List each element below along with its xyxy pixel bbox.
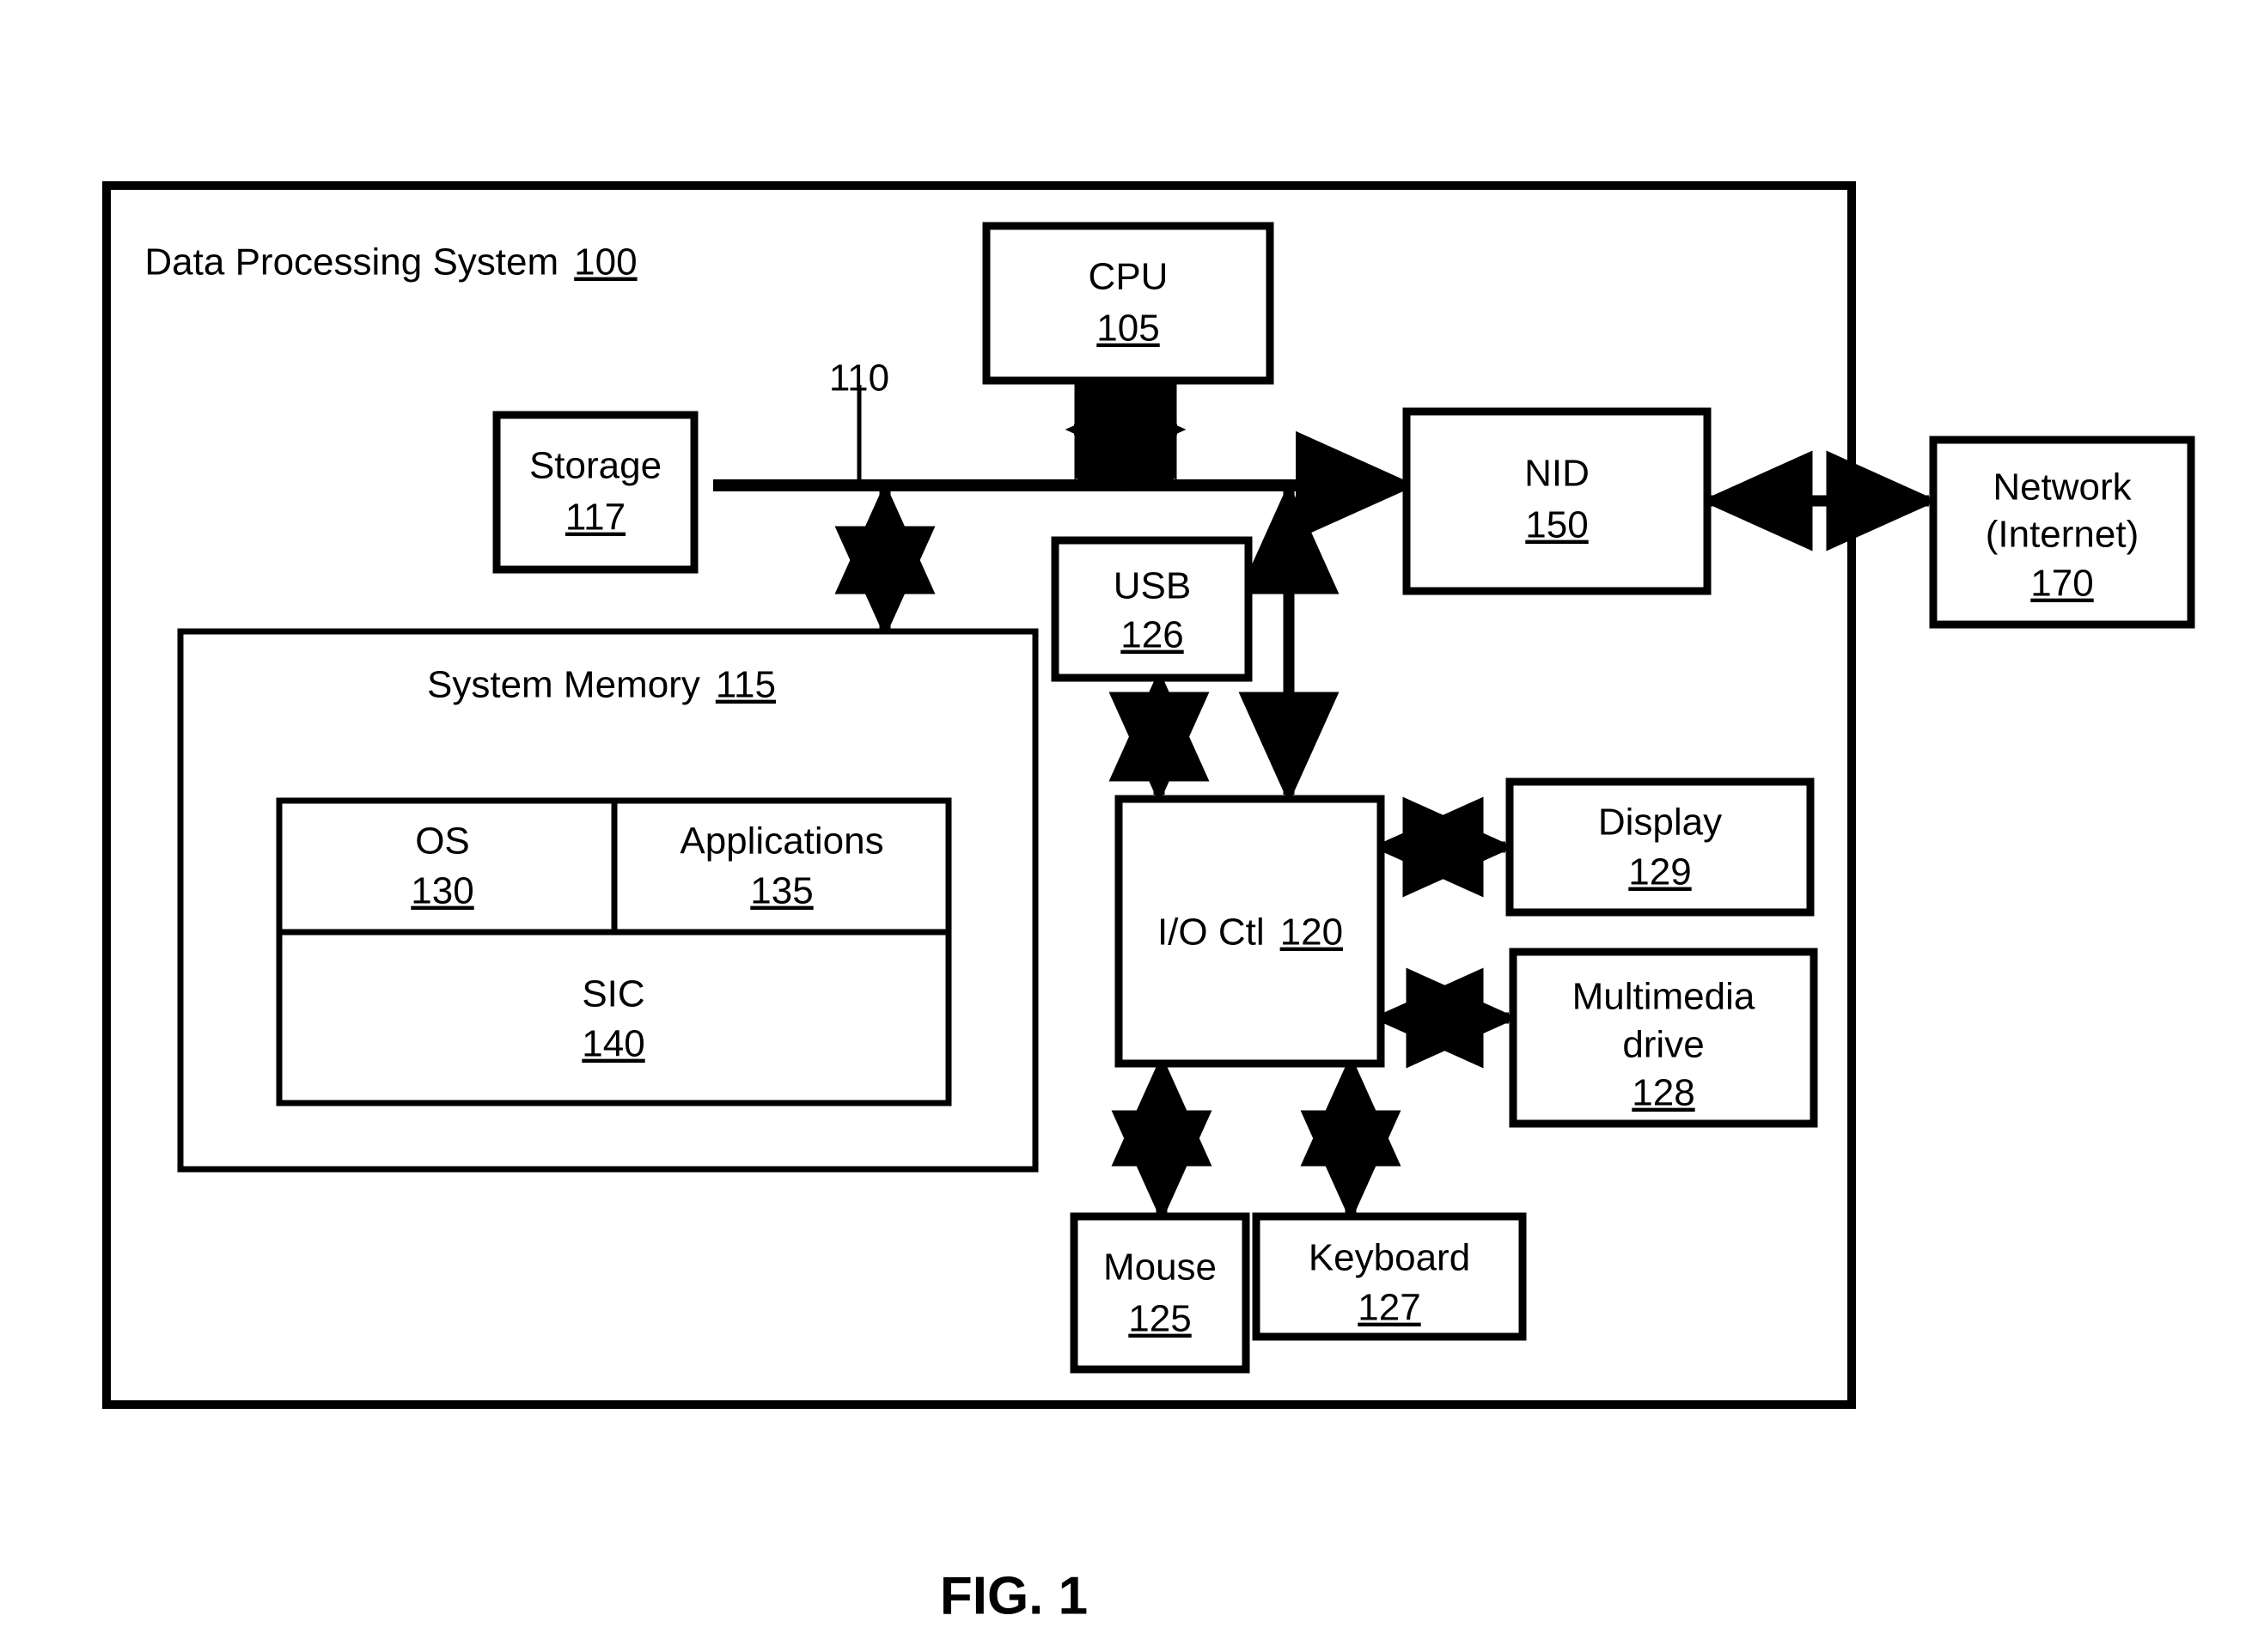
usb-label: USB (1114, 565, 1191, 607)
system-title-ref: 100 (574, 241, 637, 283)
os-label: OS (415, 820, 470, 863)
block-multimedia-drive: Multimedia drive 128 (1509, 948, 1818, 1128)
block-nid: NID 150 (1402, 407, 1712, 595)
block-usb: USB 126 (1051, 536, 1253, 682)
io-ctl-ref: 120 (1280, 911, 1343, 954)
mouse-label: Mouse (1103, 1247, 1217, 1289)
block-cpu: CPU 105 (982, 222, 1274, 385)
cpu-label: CPU (1089, 256, 1169, 298)
patent-figure: CPU 105 Storage 117 NID 150 Network (Int… (0, 0, 2246, 1652)
system-memory-ref: 115 (716, 664, 776, 706)
display-label: Display (1598, 802, 1722, 844)
sic-ref: 140 (582, 1023, 644, 1065)
block-io-ctl: I/O Ctl 120 (1114, 795, 1385, 1068)
network-label-line2: (Internet) (1986, 514, 2139, 556)
keyboard-ref: 127 (1358, 1287, 1420, 1329)
network-label-line1: Network (1993, 466, 2132, 509)
os-ref: 130 (411, 870, 473, 912)
nid-ref: 150 (1525, 504, 1588, 546)
io-ctl-label: I/O Ctl (1157, 911, 1265, 954)
sic-label: SIC (582, 973, 644, 1015)
storage-label: Storage (529, 445, 662, 487)
system-title-text: Data Processing System (144, 241, 558, 283)
keyboard-label: Keyboard (1309, 1237, 1470, 1279)
usb-ref: 126 (1120, 614, 1183, 656)
bus-ref-label: 110 (829, 357, 889, 399)
block-keyboard: Keyboard 127 (1252, 1212, 1527, 1341)
storage-ref: 117 (565, 497, 626, 539)
network-ref: 170 (2030, 563, 2093, 605)
memory-contents-grid: OS 130 Applications 135 SIC 140 (276, 797, 952, 1106)
applications-label: Applications (680, 820, 883, 863)
system-memory-label: System Memory (427, 664, 700, 706)
multimedia-ref: 128 (1632, 1072, 1694, 1114)
block-storage: Storage 117 (492, 411, 699, 574)
cell-sic (276, 929, 952, 1106)
figure-caption: FIG. 1 (940, 1566, 1088, 1625)
display-ref: 129 (1628, 851, 1691, 893)
applications-ref: 135 (750, 870, 813, 912)
block-network: Network (Internet) 170 (1929, 436, 2195, 629)
nid-label: NID (1524, 453, 1590, 495)
multimedia-label-line1: Multimedia (1572, 976, 1755, 1018)
multimedia-label-line2: drive (1622, 1024, 1704, 1066)
block-mouse: Mouse 125 (1070, 1212, 1250, 1374)
block-diagram: CPU 105 Storage 117 NID 150 Network (Int… (102, 181, 2195, 1625)
cpu-ref: 105 (1096, 308, 1159, 350)
mouse-ref: 125 (1128, 1298, 1191, 1340)
block-display: Display 129 (1505, 777, 1815, 917)
